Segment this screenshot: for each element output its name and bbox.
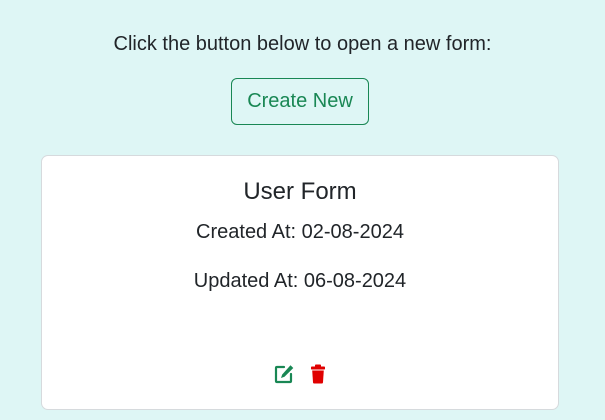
form-card: User Form Created At: 02-08-2024 Updated…: [41, 155, 559, 410]
trash-icon: [311, 364, 325, 384]
edit-icon: [274, 365, 294, 384]
edit-button[interactable]: [273, 363, 295, 385]
created-at-text: Created At: 02-08-2024: [196, 221, 404, 243]
card-actions: [42, 363, 558, 385]
delete-button[interactable]: [307, 363, 329, 385]
create-new-button[interactable]: Create New: [231, 78, 369, 125]
form-title: User Form: [243, 178, 357, 205]
intro-text: Click the button below to open a new for…: [113, 33, 492, 55]
updated-at-text: Updated At: 06-08-2024: [193, 270, 407, 292]
